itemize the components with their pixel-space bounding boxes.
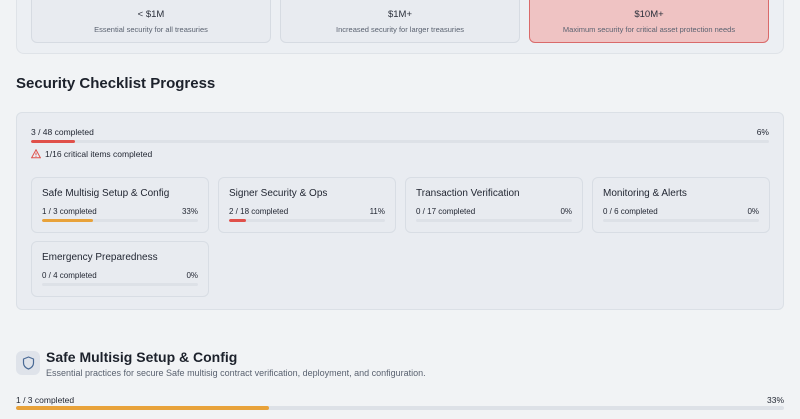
category-card-safe-multisig[interactable]: Safe Multisig Setup & Config 1 / 3 compl… [31,177,209,233]
category-progress-bar [42,283,198,286]
checklist-progress-card: 3 / 48 completed 6% 1/16 critical items … [16,112,784,310]
critical-items-label: 1/16 critical items completed [45,149,153,159]
tier-option-10m-plus-selected[interactable]: $10M+ Maximum security for critical asse… [529,0,769,43]
category-percent: 0% [747,207,759,216]
overall-percent: 6% [756,127,769,137]
category-name: Signer Security & Ops [229,188,328,199]
overall-completed-label: 3 / 48 completed [31,127,94,137]
security-tier-selector: < $1M Essential security for all treasur… [16,0,784,54]
category-percent: 11% [369,207,385,216]
category-count: 1 / 3 completed [42,207,97,216]
section-progress-bar [16,406,784,410]
tier-amount: < $1M [137,9,165,20]
section-icon-badge [16,351,40,375]
tier-amount: $10M+ [634,9,664,20]
tier-option-1m-plus[interactable]: $1M+ Increased security for larger treas… [280,0,520,43]
category-card-transaction-verification[interactable]: Transaction Verification 0 / 17 complete… [405,177,583,233]
category-card-signer-security[interactable]: Signer Security & Ops 2 / 18 completed 1… [218,177,396,233]
critical-items-status: 1/16 critical items completed [31,149,152,159]
category-progress-bar [229,219,385,222]
section-progress-fill [16,406,270,410]
category-progress-fill [229,219,247,222]
category-name: Emergency Preparedness [42,252,158,263]
category-card-monitoring-alerts[interactable]: Monitoring & Alerts 0 / 6 completed 0% [592,177,770,233]
overall-progress-bar [31,140,769,143]
tier-option-under-1m[interactable]: < $1M Essential security for all treasur… [31,0,271,43]
category-percent: 0% [186,271,198,280]
tier-description: Increased security for larger treasuries [336,25,464,34]
tier-description: Essential security for all treasuries [94,25,208,34]
section-percent: 33% [766,395,784,405]
category-percent: 33% [181,207,198,216]
section-completed-label: 1 / 3 completed [16,395,75,405]
section-title: Safe Multisig Setup & Config [46,349,238,365]
category-percent: 0% [560,207,572,216]
category-name: Safe Multisig Setup & Config [42,188,170,199]
shield-icon [22,356,34,370]
category-count: 2 / 18 completed [229,207,289,216]
section-description: Essential practices for secure Safe mult… [46,368,426,378]
category-count: 0 / 4 completed [42,271,97,280]
category-progress-fill [42,219,94,222]
tier-amount: $1M+ [387,9,413,20]
category-card-emergency-preparedness[interactable]: Emergency Preparedness 0 / 4 completed 0… [31,241,209,297]
category-progress-bar [42,219,198,222]
warning-icon [31,149,41,159]
category-progress-bar [603,219,759,222]
category-name: Transaction Verification [416,188,520,199]
category-name: Monitoring & Alerts [603,188,687,199]
category-progress-bar [416,219,572,222]
checklist-progress-title: Security Checklist Progress [16,75,216,92]
category-count: 0 / 17 completed [416,207,476,216]
tier-description: Maximum security for critical asset prot… [562,25,736,34]
category-count: 0 / 6 completed [603,207,658,216]
overall-progress-fill [31,140,76,143]
